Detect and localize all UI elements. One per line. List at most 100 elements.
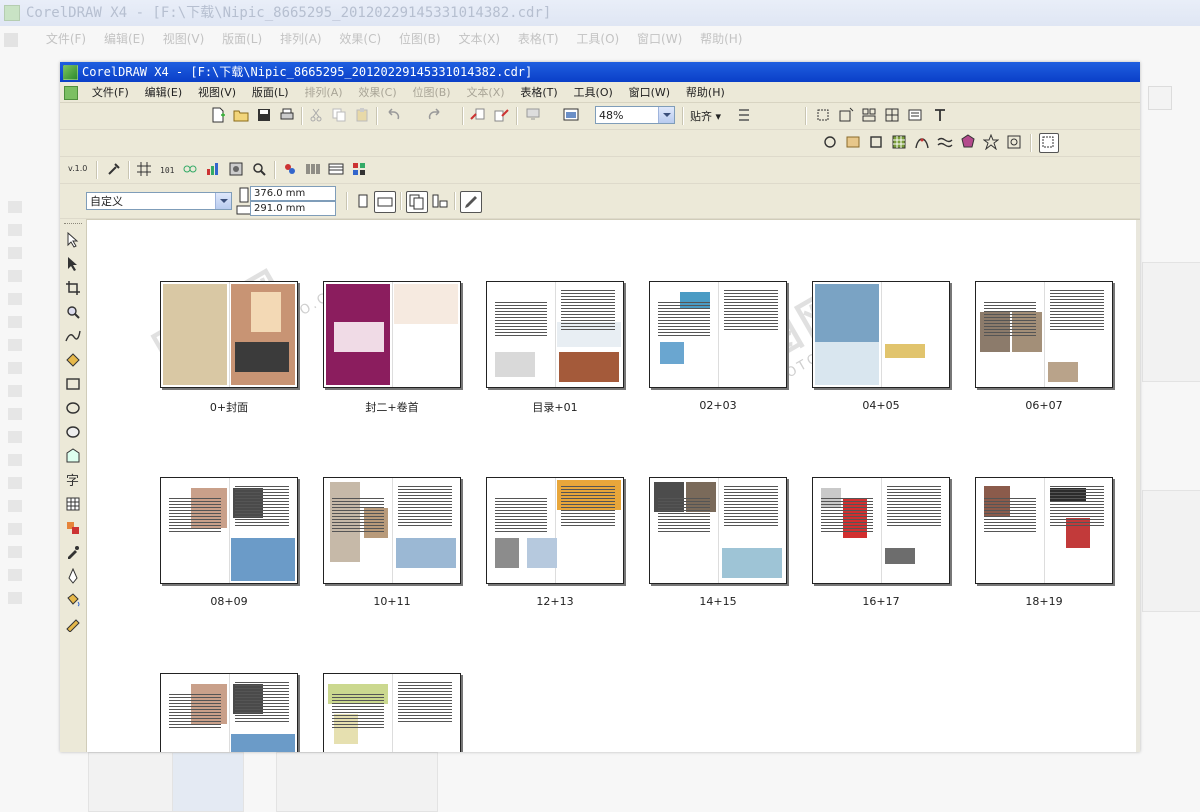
print-icon[interactable] [279,107,295,123]
vertical-scrollbar[interactable] [1136,220,1140,752]
landscape-icon[interactable] [374,191,396,213]
page-preset-select[interactable]: 自定义 [86,192,232,210]
new-document-icon[interactable] [210,107,226,123]
menu-effects[interactable]: 效果(C) [358,83,396,103]
link-icon[interactable] [182,161,198,177]
crop-icon[interactable] [884,107,900,123]
snap-to-dropdown[interactable]: 贴齐 ▾ [690,108,721,124]
page-sorter-canvas[interactable]: 昵图网PHOTOPHOTO.CN 昵图网PHOTOPHOTO.CN 0+封面封二… [87,219,1140,752]
menu-view[interactable]: 视图(V) [198,83,236,103]
shape-tool-icon[interactable] [65,256,81,272]
window-titlebar[interactable]: CorelDRAW X4 - [F:\下载\Nipic_8665295_2012… [60,62,1140,82]
ellipse-node-icon[interactable] [822,134,838,150]
pick-tool-icon[interactable] [815,107,831,123]
menu-layout[interactable]: 版面(L) [252,83,289,103]
menu-window[interactable]: 窗口(W) [629,83,670,103]
toolbox-grip[interactable] [64,223,82,226]
star-icon[interactable] [983,134,999,150]
rectangle-icon[interactable] [868,134,884,150]
menu-help[interactable]: 帮助(H) [686,83,725,103]
image-icon[interactable] [228,161,244,177]
page-thumbnail[interactable]: 12+13 [486,477,624,608]
crop-frame-icon[interactable] [1039,133,1059,153]
menu-bitmaps[interactable]: 位图(B) [412,83,450,103]
page-thumbnail[interactable]: 16+17 [812,477,950,608]
page-thumbnail[interactable]: 04+05 [812,281,950,412]
text-tool-icon[interactable] [932,107,948,123]
redo-icon[interactable] [426,107,442,123]
paste-icon[interactable] [354,107,370,123]
eyedropper-icon[interactable] [65,544,81,560]
portrait-icon[interactable] [355,193,371,209]
zoom-tool-icon[interactable] [65,304,81,320]
spiral-icon[interactable] [1006,134,1022,150]
grid-icon[interactable] [136,161,152,177]
table-tool-icon[interactable] [65,496,81,512]
menu-arrange[interactable]: 排列(A) [304,83,342,103]
polygon-icon[interactable] [960,134,976,150]
outline-pen-icon[interactable] [65,568,81,584]
page-thumbnail[interactable]: 0+封面 [160,281,298,414]
page-thumbnail[interactable]: 10+11 [323,477,461,608]
page-thumbnail[interactable]: 18+19 [975,477,1113,608]
save-icon[interactable] [256,107,272,123]
undo-icon[interactable] [386,107,402,123]
chevron-down-icon[interactable] [215,193,231,209]
bezier-icon[interactable] [914,134,930,150]
application-launcher-icon[interactable] [525,107,541,123]
interactive-blend-icon[interactable] [65,520,81,536]
menu-tools[interactable]: 工具(O) [574,83,613,103]
menu-file[interactable]: 文件(F) [92,83,129,103]
current-page-icon[interactable] [432,193,448,209]
menu-text[interactable]: 文本(X) [466,83,504,103]
zoom-icon[interactable] [251,161,267,177]
envelope-icon[interactable] [845,134,861,150]
layout-grid-icon[interactable] [861,107,877,123]
fill-bucket-icon[interactable] [65,592,81,608]
basic-shapes-icon[interactable] [65,448,81,464]
graph-paper-icon[interactable] [891,134,907,150]
shape-edit-icon[interactable] [838,107,854,123]
import-icon[interactable] [470,107,486,123]
rectangle-tool-icon[interactable] [65,376,81,392]
palette-icon[interactable] [351,161,367,177]
page-thumbnail[interactable] [323,673,461,752]
chevron-down-icon[interactable] [658,107,674,123]
edit-pen-icon[interactable] [460,191,482,213]
freehand-tool-icon[interactable] [65,328,81,344]
all-pages-icon[interactable] [406,191,428,213]
page-thumbnail[interactable]: 14+15 [649,477,787,608]
smart-fill-icon[interactable] [65,352,81,368]
text-tool-icon[interactable]: 字 [65,472,81,488]
chart-icon[interactable] [205,161,221,177]
tools-icon[interactable] [106,161,122,177]
page-width-field[interactable]: 376.0 mm [250,186,336,201]
page-height-field[interactable]: 291.0 mm [250,201,336,216]
page-thumbnail[interactable]: 02+03 [649,281,787,412]
number-icon[interactable]: 101 [159,161,175,177]
page-thumbnail[interactable]: 06+07 [975,281,1113,412]
welcome-screen-icon[interactable] [563,107,579,123]
pick-tool-icon[interactable] [65,232,81,248]
open-folder-icon[interactable] [233,107,249,123]
export-icon[interactable] [493,107,509,123]
interactive-fill-icon[interactable] [65,616,81,632]
page-thumbnail[interactable]: 08+09 [160,477,298,608]
crop-tool-icon[interactable] [65,280,81,296]
document-icon[interactable] [64,85,78,100]
frame-icon[interactable] [907,107,923,123]
ellipse-tool-icon[interactable] [65,400,81,416]
menu-edit[interactable]: 编辑(E) [145,83,183,103]
polygon-tool-icon[interactable] [65,424,81,440]
table-icon[interactable] [328,161,344,177]
color-icon[interactable] [282,161,298,177]
copy-icon[interactable] [331,107,347,123]
page-thumbnail[interactable] [160,673,298,752]
cut-icon[interactable] [308,107,324,123]
zoom-level-select[interactable]: 48% [595,106,675,124]
page-thumbnail[interactable]: 目录+01 [486,281,624,414]
artistic-media-icon[interactable] [937,134,953,150]
options-icon[interactable] [736,107,752,123]
menu-table[interactable]: 表格(T) [520,83,557,103]
page-thumbnail[interactable]: 封二+卷首 [323,281,461,414]
